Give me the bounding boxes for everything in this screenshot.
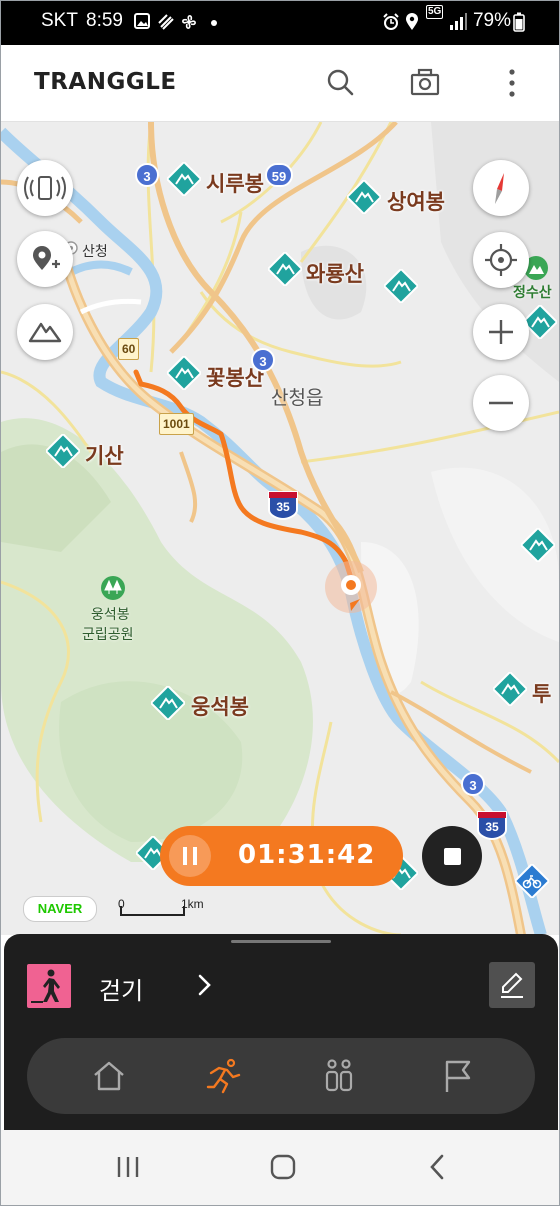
more-vertical-icon[interactable] (494, 65, 530, 101)
alarm-icon (383, 13, 399, 30)
route-badge: 3 (251, 348, 275, 372)
walking-icon (31, 969, 60, 1003)
map-view[interactable]: 시루봉 상여봉 와룡산 꽃봉산 기산 웅석봉 투 정수산 웅석봉 군립공원 산청… (1, 122, 559, 935)
bottom-sheet: 걷기 (4, 934, 558, 1130)
chevron-right-icon[interactable] (194, 972, 214, 998)
satellite-icon (158, 14, 174, 30)
back-icon[interactable] (424, 1152, 452, 1182)
activity-type-badge[interactable] (27, 964, 71, 1008)
beacon-icon (24, 176, 66, 200)
bottom-tab-bar (27, 1038, 535, 1114)
peak-label[interactable]: 기산 (85, 440, 124, 470)
peak-label[interactable]: 웅석봉 (191, 691, 249, 721)
zoom-out-button[interactable] (473, 375, 529, 431)
peak-label[interactable]: 와룡산 (306, 258, 364, 288)
route-badge: 60 (118, 338, 140, 360)
carrier-label: SKT (41, 10, 78, 31)
home-button-icon[interactable] (268, 1152, 298, 1182)
location-icon (406, 13, 418, 30)
app-logo: TRANGGLE (34, 69, 177, 95)
mountain-marker-icon[interactable] (493, 672, 527, 706)
plus-icon (489, 320, 513, 344)
mountain-marker-icon[interactable] (167, 162, 201, 196)
people-icon[interactable] (319, 1056, 359, 1096)
app-bar: TRANGGLE (1, 45, 559, 122)
mountain-icon (28, 322, 62, 343)
pause-icon (183, 847, 197, 865)
app-frame: SKT 8:59 5G 79% TRANGGLE 시루봉 상여봉 와룡산 꽃봉산… (0, 0, 560, 1206)
battery-icon (513, 12, 525, 32)
cycling-marker-icon[interactable] (515, 864, 549, 898)
signal-icon (450, 13, 467, 30)
interstate-badge: 35 (267, 490, 299, 520)
recording-timer: 01:31:42 (160, 826, 403, 886)
mountain-marker-icon[interactable] (151, 686, 185, 720)
mountain-marker-icon[interactable] (347, 180, 381, 214)
compass-button[interactable] (473, 160, 529, 216)
route-badge: 3 (135, 163, 159, 187)
stop-icon (444, 848, 461, 865)
gallery-icon (134, 13, 150, 29)
camera-icon[interactable] (407, 65, 443, 101)
mountain-marker-icon[interactable] (268, 252, 302, 286)
scale-start-label: 0 (118, 897, 125, 911)
add-waypoint-button[interactable] (17, 231, 73, 287)
zoom-in-button[interactable] (473, 304, 529, 360)
compass-icon (495, 173, 504, 204)
peak-label[interactable]: 시루봉 (206, 168, 264, 198)
scale-end-label: 1km (181, 897, 204, 911)
town-label: 산청읍 (271, 387, 324, 409)
elapsed-time: 01:31:42 (238, 840, 376, 870)
activity-running-icon[interactable] (203, 1056, 243, 1096)
battery-percent: 79% (472, 10, 511, 31)
mountain-layer-button[interactable] (17, 304, 73, 360)
crosshair-icon (485, 244, 517, 276)
interstate-badge: 35 (476, 810, 508, 840)
route-badge: 1001 (159, 413, 194, 435)
park-icon (101, 576, 125, 600)
place-label: 산청 (82, 244, 108, 260)
system-nav-bar (1, 1130, 559, 1205)
fan-icon (182, 15, 196, 29)
search-icon[interactable] (322, 65, 358, 101)
peak-label[interactable]: 투 (532, 678, 551, 708)
flag-icon[interactable] (437, 1056, 477, 1096)
home-icon[interactable] (89, 1056, 129, 1096)
stop-button[interactable] (422, 826, 482, 886)
notification-dot-icon (211, 20, 217, 26)
map-provider-logo: NAVER (23, 896, 97, 922)
activity-label[interactable]: 걷기 (99, 971, 143, 1006)
pause-button[interactable] (169, 835, 211, 877)
mountain-marker-icon[interactable] (167, 356, 201, 390)
my-location-button[interactable] (473, 232, 529, 288)
mountain-marker-icon[interactable] (46, 434, 80, 468)
route-badge: 3 (461, 772, 485, 796)
drag-handle[interactable] (231, 940, 331, 943)
clock: 8:59 (86, 10, 123, 31)
network-type-badge: 5G (426, 5, 444, 19)
minus-icon (489, 401, 513, 405)
mountain-marker-icon[interactable] (384, 269, 418, 303)
edit-button[interactable] (489, 962, 535, 1008)
recent-apps-icon[interactable] (114, 1152, 142, 1182)
route-badge: 59 (265, 163, 293, 187)
edit-icon (501, 972, 523, 998)
park-label: 웅석봉 (91, 607, 130, 623)
peak-label[interactable]: 상여봉 (387, 186, 445, 216)
park-label: 군립공원 (82, 627, 134, 643)
add-location-icon (33, 246, 60, 270)
beacon-button[interactable] (17, 160, 73, 216)
status-bar: SKT 8:59 5G 79% (1, 1, 559, 45)
mountain-marker-icon[interactable] (521, 528, 555, 562)
